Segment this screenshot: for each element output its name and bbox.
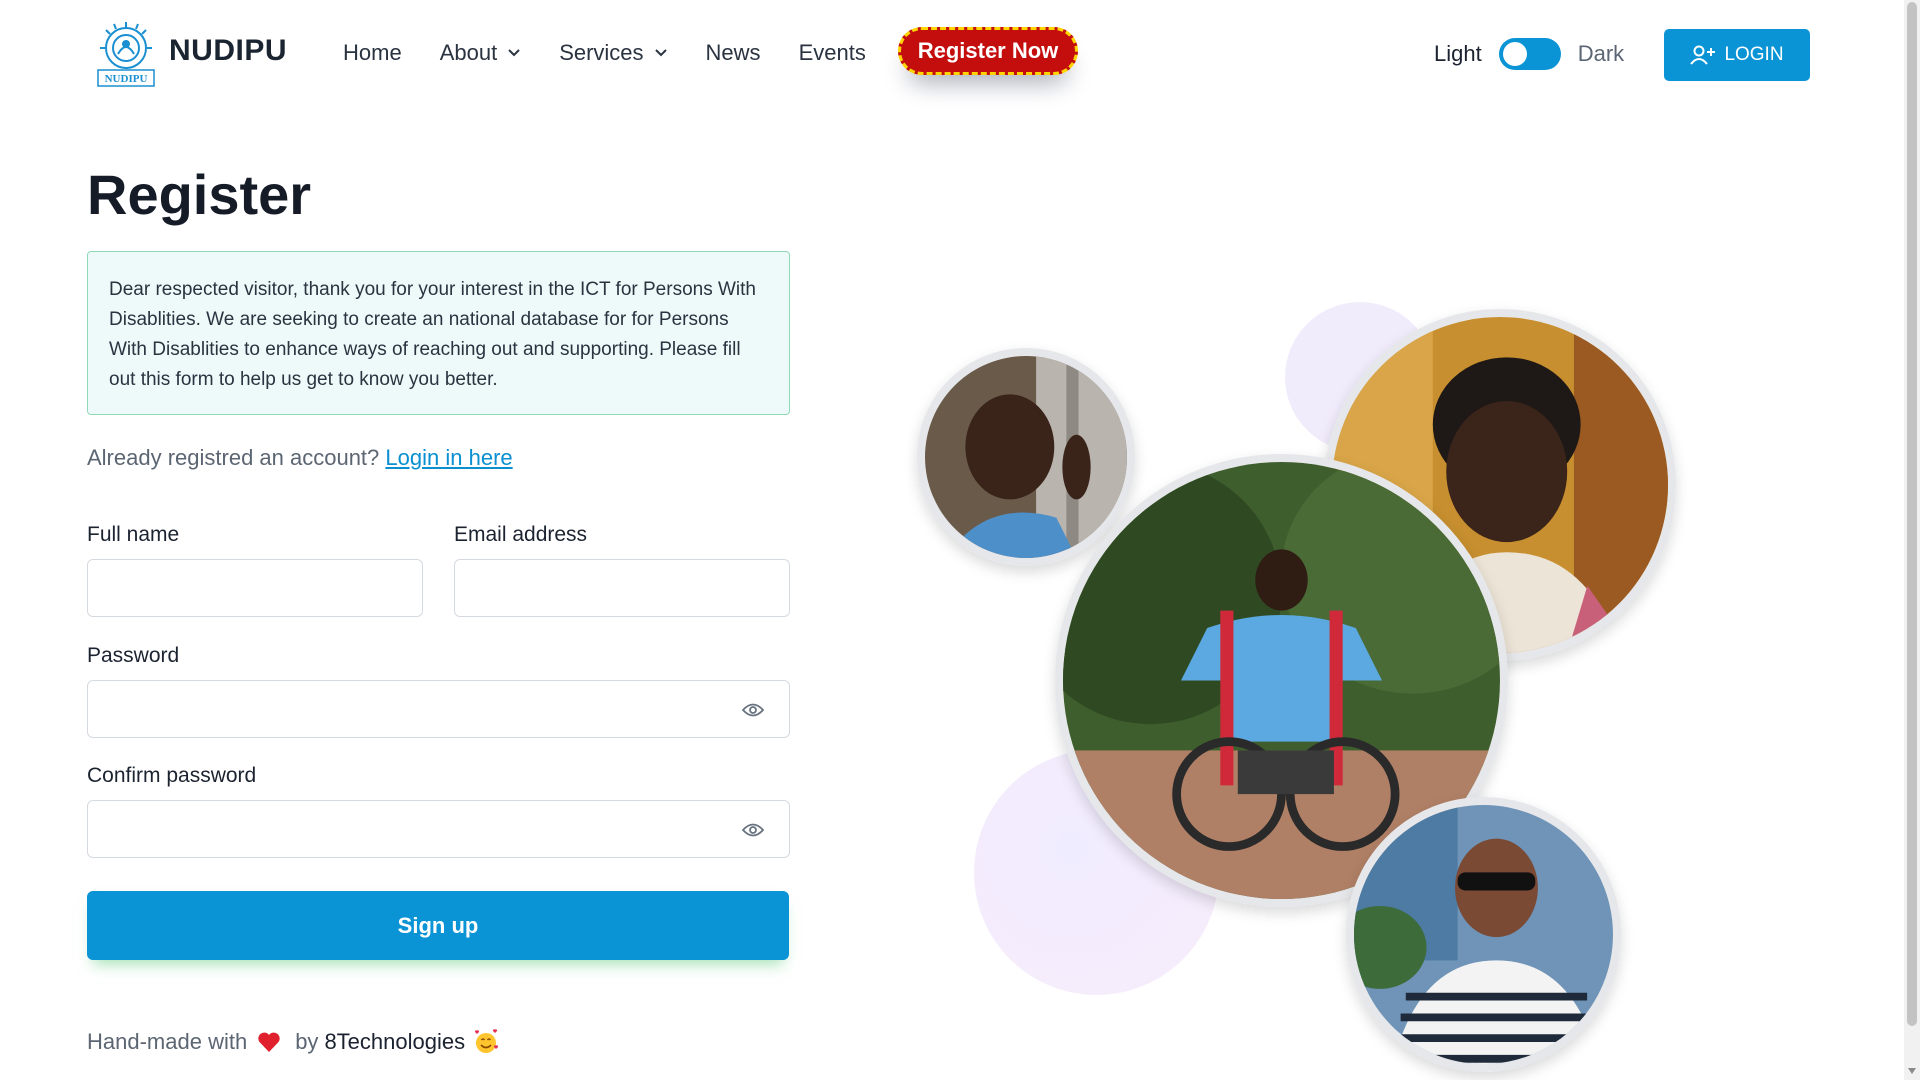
full-name-label: Full name xyxy=(87,523,180,546)
photo-smiling-child xyxy=(917,348,1135,566)
photo-man-with-sunglasses xyxy=(1346,797,1621,1072)
footer-prefix: Hand-made with xyxy=(87,1029,248,1054)
chevron-down-icon xyxy=(654,49,667,57)
theme-dark-label: Dark xyxy=(1577,41,1625,66)
brand-name[interactable]: NUDIPU xyxy=(169,34,287,68)
smiling-face-with-hearts-icon xyxy=(475,1029,499,1053)
confirm-password-label: Confirm password xyxy=(87,764,257,787)
email-field[interactable] xyxy=(454,559,790,617)
password-field[interactable] xyxy=(87,680,790,738)
nav-services[interactable]: Services xyxy=(559,40,667,66)
toggle-knob xyxy=(1502,42,1527,66)
svg-text:NUDIPU: NUDIPU xyxy=(105,73,148,85)
site-header: NUDIPU NUDIPU Home About Services News E… xyxy=(0,0,1904,110)
password-label: Password xyxy=(87,644,180,667)
info-notice: Dear respected visitor, thank you for yo… xyxy=(87,251,790,415)
login-label: LOGIN xyxy=(1724,44,1784,65)
heart-icon xyxy=(258,1032,280,1052)
theme-toggle[interactable] xyxy=(1498,38,1561,70)
login-link[interactable]: Login in here xyxy=(385,445,512,470)
eye-icon[interactable] xyxy=(741,818,765,842)
nav-services-label: Services xyxy=(559,40,644,65)
sign-up-button[interactable]: Sign up xyxy=(87,891,789,960)
nav-about-label: About xyxy=(439,40,498,65)
scrollbar-thumb[interactable] xyxy=(1907,2,1917,1026)
nav-events[interactable]: Events xyxy=(799,40,866,66)
vertical-scrollbar[interactable] xyxy=(1904,0,1920,1080)
nav-home-label: Home xyxy=(343,40,402,65)
nav-home[interactable]: Home xyxy=(343,40,402,66)
theme-light-label: Light xyxy=(1434,41,1482,66)
login-prompt-text: Already registred an account? xyxy=(87,445,380,470)
eye-icon[interactable] xyxy=(741,698,765,722)
register-now-button[interactable]: Register Now xyxy=(898,27,1078,75)
nav-news[interactable]: News xyxy=(706,40,761,66)
nav-events-label: Events xyxy=(798,40,866,65)
footer-credit: Hand-made with by 8Technologies xyxy=(87,1029,499,1055)
footer-by: by xyxy=(295,1029,319,1054)
nav-news-label: News xyxy=(705,40,761,65)
user-plus-icon xyxy=(1690,45,1716,65)
footer-company[interactable]: 8Technologies xyxy=(324,1029,465,1055)
nav-about[interactable]: About xyxy=(440,40,522,66)
main-nav: Home About Services News Events xyxy=(343,40,904,66)
confirm-password-field[interactable] xyxy=(87,800,790,858)
chevron-down-icon xyxy=(508,49,520,57)
full-name-field[interactable] xyxy=(87,559,423,617)
email-label: Email address xyxy=(454,523,588,546)
page-title: Register xyxy=(87,163,312,226)
scroll-down-arrow-icon[interactable] xyxy=(1908,1066,1916,1074)
login-button[interactable]: LOGIN xyxy=(1664,29,1810,81)
login-prompt: Already registred an account? Login in h… xyxy=(87,445,513,471)
theme-switch: Light Dark xyxy=(1434,38,1624,70)
nudipu-logo[interactable]: NUDIPU xyxy=(94,20,158,88)
